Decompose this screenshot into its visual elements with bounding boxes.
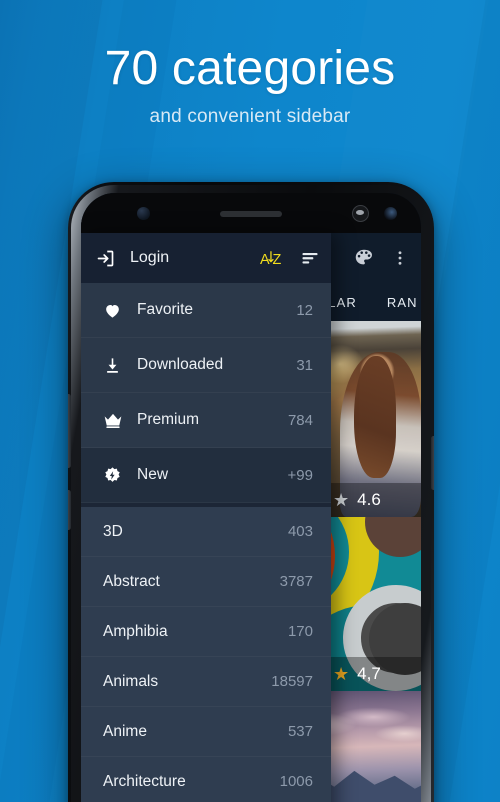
category-item-abstract[interactable]: Abstract 3787 <box>81 557 331 607</box>
star-icon: ★ <box>333 664 350 684</box>
drawer-item-count: +99 <box>287 466 313 484</box>
earpiece-speaker <box>220 211 282 217</box>
category-count: 18597 <box>271 673 313 690</box>
login-icon[interactable] <box>95 248 116 269</box>
category-label: Animals <box>103 672 159 690</box>
front-camera-icon <box>384 207 397 220</box>
more-vertical-icon[interactable] <box>391 247 409 269</box>
drawer-item-label: Downloaded <box>137 356 224 373</box>
volume-button[interactable] <box>68 394 71 468</box>
drawer-item-count: 12 <box>296 301 313 319</box>
sort-lines-icon[interactable] <box>299 248 321 268</box>
category-label: Abstract <box>103 572 160 590</box>
login-label[interactable]: Login <box>130 249 169 267</box>
drawer-item-favorite[interactable]: Favorite 12 <box>81 283 331 338</box>
drawer-item-label: Favorite <box>137 301 193 318</box>
drawer-item-count: 784 <box>287 411 313 429</box>
drawer-item-downloaded[interactable]: Downloaded 31 <box>81 338 331 393</box>
star-icon: ★ <box>333 490 350 510</box>
category-count: 403 <box>287 523 313 540</box>
drawer-item-count: 31 <box>296 356 313 374</box>
assistant-button[interactable] <box>68 490 71 530</box>
download-icon <box>103 356 137 375</box>
drawer-header: Login A Z <box>81 233 331 283</box>
rating-value: 4,7 <box>357 664 381 683</box>
category-item-amphibia[interactable]: Amphibia 170 <box>81 607 331 657</box>
phone-mockup: POPULAR RAN ★ 4.6 <box>68 182 434 802</box>
crown-icon <box>103 412 137 429</box>
phone-top-bezel <box>81 193 421 233</box>
category-item-architecture[interactable]: Architecture 1006 <box>81 757 331 802</box>
drawer-category-list: 3D 403 Abstract 3787 Amphibia 170 Animal… <box>81 507 331 802</box>
drawer-item-label: New <box>137 466 169 483</box>
tab-random[interactable]: RAN <box>387 295 418 310</box>
category-count: 170 <box>287 623 313 640</box>
drawer-item-new[interactable]: New +99 <box>81 448 331 503</box>
palette-icon[interactable] <box>353 247 375 269</box>
category-item-anime[interactable]: Anime 537 <box>81 707 331 757</box>
category-label: 3D <box>103 522 123 540</box>
new-badge-icon <box>103 466 137 485</box>
category-label: Anime <box>103 722 147 740</box>
heart-icon <box>103 301 137 320</box>
promo-text-block: 70 categories and convenient sidebar <box>0 0 500 128</box>
iris-scanner-icon <box>352 205 369 222</box>
category-label: Architecture <box>103 772 186 790</box>
category-count: 537 <box>287 723 313 740</box>
promo-title: 70 categories <box>104 42 396 95</box>
promo-subtitle: and convenient sidebar <box>149 106 351 128</box>
category-item-animals[interactable]: Animals 18597 <box>81 657 331 707</box>
phone-screen: POPULAR RAN ★ 4.6 <box>81 193 421 802</box>
navigation-drawer: Login A Z Favorite 12 Downloaded 31 Prem… <box>81 233 331 802</box>
proximity-sensor-icon <box>137 207 150 220</box>
category-count: 1006 <box>279 773 313 790</box>
drawer-shortcut-list: Favorite 12 Downloaded 31 Premium 784 Ne… <box>81 283 331 503</box>
sort-alphabetical-icon[interactable]: A Z <box>260 247 285 269</box>
category-label: Amphibia <box>103 622 168 640</box>
power-button[interactable] <box>431 436 434 490</box>
drawer-item-label: Premium <box>137 411 200 428</box>
svg-text:Z: Z <box>273 252 282 268</box>
category-item-3d[interactable]: 3D 403 <box>81 507 331 557</box>
drawer-item-premium[interactable]: Premium 784 <box>81 393 331 448</box>
category-count: 3787 <box>279 573 313 590</box>
rating-value: 4.6 <box>357 490 381 509</box>
